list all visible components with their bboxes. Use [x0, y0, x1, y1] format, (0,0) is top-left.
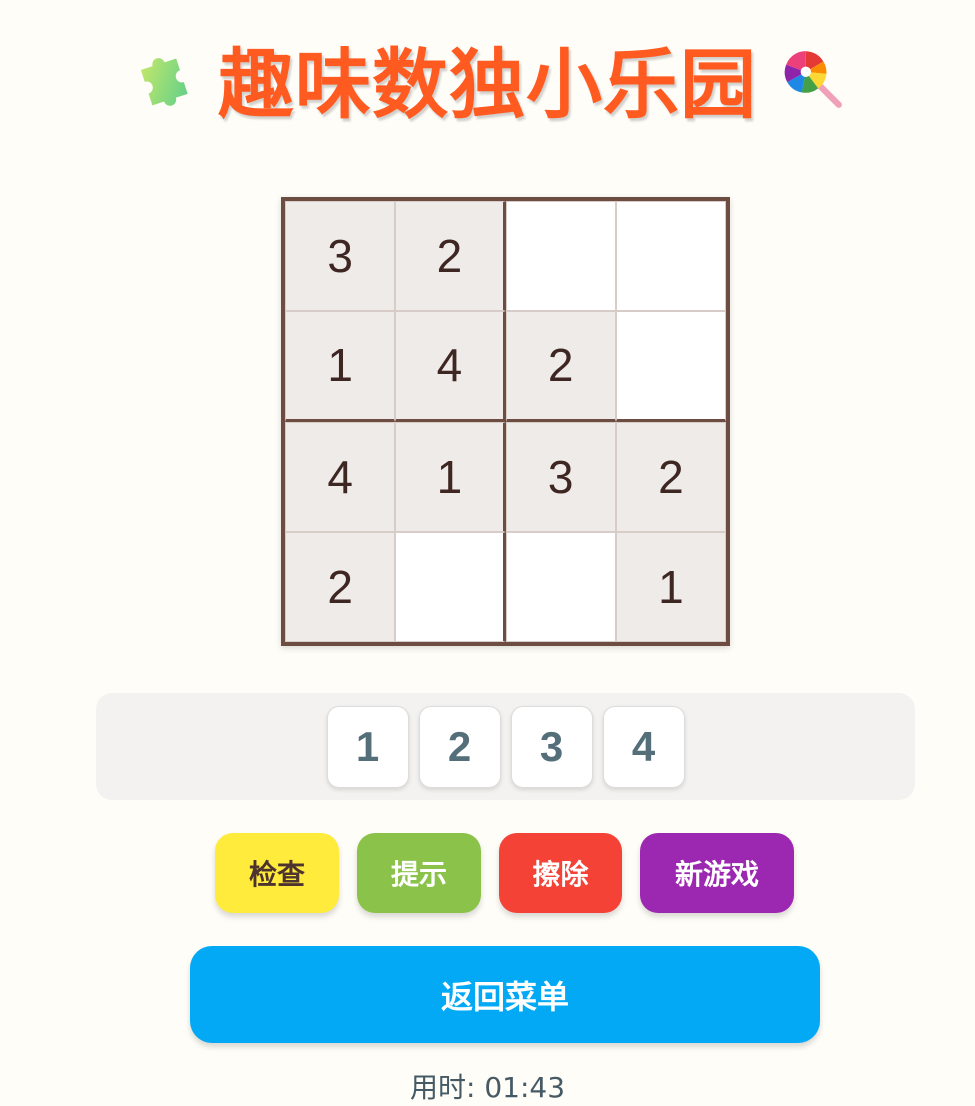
hint-button[interactable]: 提示 [357, 833, 481, 913]
sudoku-board: 32142413221 [281, 197, 730, 646]
sudoku-cell-r1c4[interactable] [615, 201, 726, 312]
sudoku-cell-r2c4[interactable] [615, 311, 726, 422]
header: 趣味数独小乐园 [0, 28, 975, 129]
number-button-1[interactable]: 1 [326, 705, 409, 788]
number-button-2[interactable]: 2 [418, 705, 501, 788]
sudoku-cell-r3c1[interactable]: 4 [285, 421, 396, 532]
check-button[interactable]: 检查 [215, 833, 339, 913]
sudoku-cell-r1c2[interactable]: 2 [395, 201, 506, 312]
erase-button[interactable]: 擦除 [499, 833, 622, 913]
number-button-4[interactable]: 4 [602, 705, 685, 788]
number-button-3[interactable]: 3 [510, 705, 593, 788]
sudoku-cell-r4c1[interactable]: 2 [285, 531, 396, 642]
sudoku-cell-r4c3[interactable] [505, 531, 616, 642]
page-title: 趣味数独小乐园 [218, 40, 757, 129]
new-game-button[interactable]: 新游戏 [640, 833, 794, 913]
sudoku-cell-r3c2[interactable]: 1 [395, 421, 506, 532]
sudoku-cell-r3c4[interactable]: 2 [615, 421, 726, 532]
sudoku-cell-r1c3[interactable] [505, 201, 616, 312]
timer: 用时: 01:43 [409, 1071, 566, 1104]
sudoku-cell-r4c2[interactable] [395, 531, 506, 642]
sudoku-cell-r2c1[interactable]: 1 [285, 311, 396, 422]
back-to-menu-button[interactable]: 返回菜单 [190, 946, 820, 1043]
puzzle-piece-icon [140, 58, 188, 106]
sudoku-cell-r1c1[interactable]: 3 [285, 201, 396, 312]
action-bar: 检查 提示 擦除 新游戏 [0, 833, 975, 915]
lollipop-icon [784, 51, 842, 108]
sudoku-cell-r2c3[interactable]: 2 [505, 311, 616, 422]
sudoku-cell-r4c4[interactable]: 1 [615, 531, 726, 642]
sudoku-cell-r3c3[interactable]: 3 [505, 421, 616, 532]
number-pad: 1234 [96, 693, 915, 800]
sudoku-cell-r2c2[interactable]: 4 [395, 311, 506, 422]
